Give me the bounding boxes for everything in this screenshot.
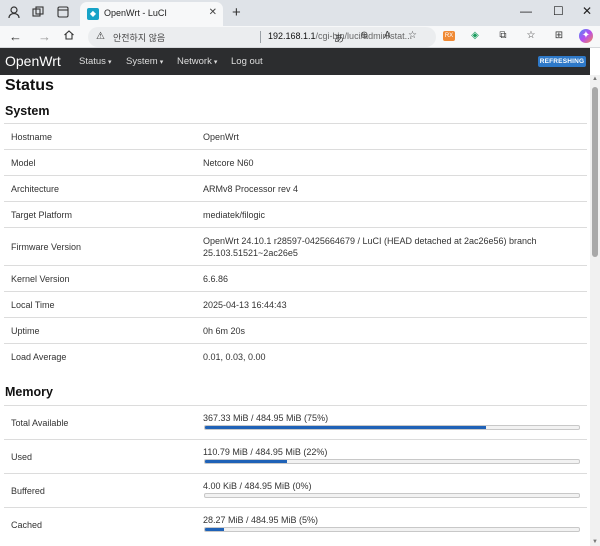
caret-down-icon: ▾ xyxy=(159,59,164,66)
status-page: Status System Hostname OpenWrt Model Net… xyxy=(0,75,590,546)
row-value: 110.79 MiB / 484.95 MiB (22%) xyxy=(203,447,328,457)
row-label: Architecture xyxy=(11,184,60,194)
row-value: 6.6.86 xyxy=(203,274,229,284)
menu-status[interactable]: Status ▾ xyxy=(79,56,111,67)
home-icon[interactable] xyxy=(63,29,75,45)
row-label: Hostname xyxy=(11,132,53,142)
luci-favicon-icon: ◆ xyxy=(87,8,99,20)
table-row: Local Time 2025-04-13 16:44:43 xyxy=(4,291,587,317)
profile-icon[interactable] xyxy=(6,5,22,21)
memory-section-title: Memory xyxy=(5,385,53,399)
memory-row: Total Available 367.33 MiB / 484.95 MiB … xyxy=(4,405,587,439)
progress-bar xyxy=(204,527,580,532)
warning-icon[interactable]: ⚠ xyxy=(96,31,105,42)
brand-logo[interactable]: OpenWrt xyxy=(5,53,61,69)
copilot-icon[interactable]: ✦ xyxy=(579,29,593,43)
progress-fill xyxy=(205,426,486,429)
row-label: Model xyxy=(11,158,36,168)
close-window-icon[interactable]: ✕ xyxy=(582,4,592,18)
extension-icon[interactable]: ◈ xyxy=(468,29,482,43)
row-value: 4.00 KiB / 484.95 MiB (0%) xyxy=(203,481,312,491)
table-row: Kernel Version 6.6.86 xyxy=(4,265,587,291)
extensions-puzzle-icon[interactable]: ⧉ xyxy=(496,29,510,43)
page-scrollbar[interactable]: ▲ ▼ xyxy=(590,75,600,546)
memory-row: Buffered 4.00 KiB / 484.95 MiB (0%) xyxy=(4,473,587,507)
browser-tab[interactable]: ◆ OpenWrt - LuCI ✕ xyxy=(80,2,223,26)
progress-bar xyxy=(204,493,580,498)
row-label: Local Time xyxy=(11,300,55,310)
luci-header: OpenWrt Status ▾ System ▾ Network ▾ Log out… xyxy=(0,48,590,75)
tab-close-icon[interactable]: ✕ xyxy=(209,7,217,18)
new-tab-icon[interactable]: + xyxy=(232,4,241,21)
row-value: ARMv8 Processor rev 4 xyxy=(203,184,299,194)
row-value: 28.27 MiB / 484.95 MiB (5%) xyxy=(203,515,319,525)
row-label: Total Available xyxy=(11,418,69,428)
menu-network[interactable]: Network ▾ xyxy=(177,56,217,67)
progress-fill xyxy=(205,460,288,463)
menu-network-label: Network xyxy=(177,56,212,67)
progress-fill xyxy=(205,528,224,531)
table-row: Model Netcore N60 xyxy=(4,149,587,175)
progress-bar xyxy=(204,425,580,430)
row-label: Used xyxy=(11,452,33,462)
table-row: Firmware Version OpenWrt 24.10.1 r28597-… xyxy=(4,227,587,265)
progress-bar xyxy=(204,459,580,464)
zoom-icon[interactable]: ⊕ xyxy=(360,30,368,41)
table-row: Uptime 0h 6m 20s xyxy=(4,317,587,343)
row-label: Load Average xyxy=(11,352,67,362)
table-row: Load Average 0.01, 0.03, 0.00 xyxy=(4,343,587,369)
scroll-down-icon[interactable]: ▼ xyxy=(592,539,598,545)
refreshing-badge[interactable]: REFRESHING xyxy=(538,56,586,67)
memory-row: Used 110.79 MiB / 484.95 MiB (22%) xyxy=(4,439,587,473)
read-aloud-icon[interactable]: A xyxy=(384,30,391,41)
tab-title: OpenWrt - LuCI xyxy=(104,8,167,18)
forward-icon[interactable]: → xyxy=(38,29,51,45)
browser-tab-bar: ◆ OpenWrt - LuCI ✕ + — ☐ ✕ xyxy=(0,0,600,26)
page-title: Status xyxy=(5,77,54,94)
menu-system-label: System xyxy=(126,56,158,67)
maximize-icon[interactable]: ☐ xyxy=(553,4,564,18)
menu-status-label: Status xyxy=(79,56,106,67)
row-value: 367.33 MiB / 484.95 MiB (75%) xyxy=(203,413,329,423)
row-value: OpenWrt 24.10.1 r28597-0425664679 / LuCI… xyxy=(203,236,537,258)
minimize-icon[interactable]: — xyxy=(520,4,532,18)
favorites-icon[interactable]: ☆ xyxy=(524,29,538,43)
system-section-title: System xyxy=(5,104,50,118)
table-row: Target Platform mediatek/filogic xyxy=(4,201,587,227)
row-value: mediatek/filogic xyxy=(203,210,266,220)
row-label: Cached xyxy=(11,520,43,530)
scroll-up-icon[interactable]: ▲ xyxy=(592,76,598,82)
row-value: 0h 6m 20s xyxy=(203,326,246,336)
menu-logout[interactable]: Log out xyxy=(231,56,263,67)
caret-down-icon: ▾ xyxy=(213,59,218,66)
extension-badge[interactable]: RX xyxy=(443,31,455,41)
table-row: Hostname OpenWrt xyxy=(4,123,587,149)
security-status[interactable]: 안전하지 않음 xyxy=(113,31,165,44)
browser-toolbar: ← → ⚠ 안전하지 않음 192.168.1.1/cgi-bin/luci/a… xyxy=(0,26,600,48)
address-bar[interactable]: ⚠ 안전하지 않음 192.168.1.1/cgi-bin/luci/admin… xyxy=(88,27,436,47)
url-host: 192.168.1.1 xyxy=(268,31,316,41)
favorite-star-icon[interactable]: ☆ xyxy=(408,30,417,41)
back-icon[interactable]: ← xyxy=(9,29,22,45)
collections-icon[interactable]: ⊞ xyxy=(552,29,566,43)
caret-down-icon: ▾ xyxy=(107,59,112,66)
translate-icon[interactable]: あ xyxy=(334,30,344,45)
scroll-thumb[interactable] xyxy=(592,87,598,257)
menu-system[interactable]: System ▾ xyxy=(126,56,163,67)
workspaces-icon[interactable] xyxy=(30,5,46,21)
memory-row: Cached 28.27 MiB / 484.95 MiB (5%) xyxy=(4,507,587,541)
row-label: Buffered xyxy=(11,486,45,496)
row-value: 2025-04-13 16:44:43 xyxy=(203,300,287,310)
row-label: Firmware Version xyxy=(11,242,82,252)
tab-actions-icon[interactable] xyxy=(55,5,71,21)
row-label: Uptime xyxy=(11,326,40,336)
row-value: Netcore N60 xyxy=(203,158,254,168)
row-label: Target Platform xyxy=(11,210,73,220)
row-value: OpenWrt xyxy=(203,132,239,142)
row-value: 0.01, 0.03, 0.00 xyxy=(203,352,266,362)
row-label: Kernel Version xyxy=(11,274,70,284)
table-row: Architecture ARMv8 Processor rev 4 xyxy=(4,175,587,201)
address-separator xyxy=(260,31,261,43)
